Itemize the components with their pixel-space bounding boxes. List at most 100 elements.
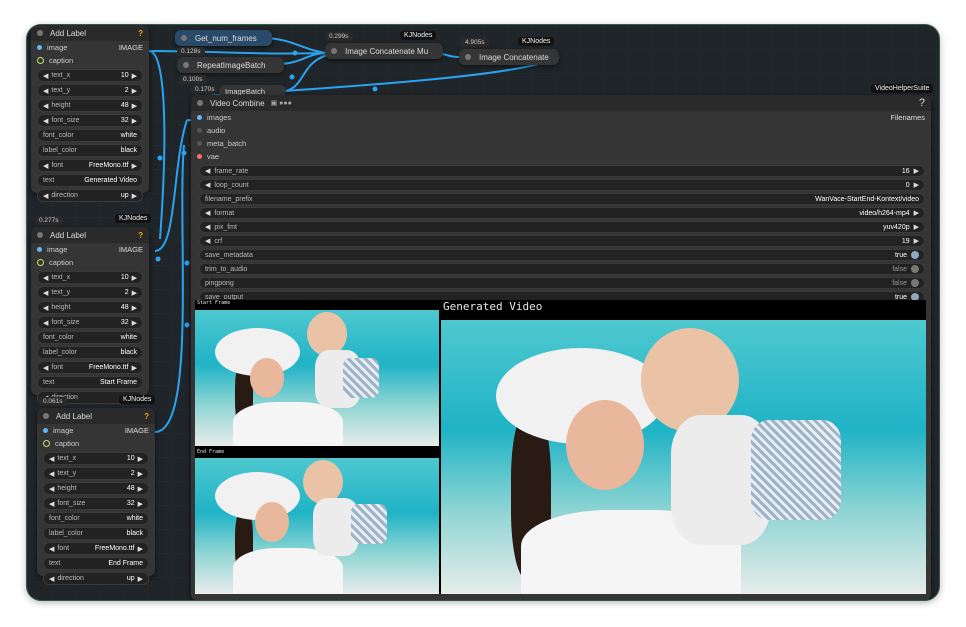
increment-arrow-icon[interactable]: ▶ <box>132 162 137 170</box>
widget-direction[interactable]: ◀direction up▶ <box>37 189 143 202</box>
widget-text-x[interactable]: ◀ text_x 10 ▶ <box>37 271 143 284</box>
node-header[interactable]: Add Label? <box>37 408 155 424</box>
input-meta-batch-row[interactable]: meta_batch <box>191 137 931 150</box>
widget-font-size[interactable]: ◀ font_size 32 ▶ <box>37 114 143 127</box>
widget-text[interactable]: text Generated Video <box>37 174 143 187</box>
increment-arrow-icon[interactable]: ▶ <box>132 102 137 110</box>
increment-arrow-icon[interactable]: ▶ <box>132 72 137 80</box>
toggle-on-icon[interactable] <box>911 251 919 259</box>
options-icon[interactable]: ▣ ●●● <box>271 99 292 107</box>
get-num-frames-node[interactable]: Get_num_frames <box>175 30 272 46</box>
help-icon[interactable]: ? <box>138 231 143 240</box>
widget-font-color[interactable]: font_color white <box>37 129 143 142</box>
input-image-row[interactable]: image IMAGE <box>37 424 155 437</box>
increment-arrow-icon[interactable]: ▶ <box>914 167 919 175</box>
increment-arrow-icon[interactable]: ▶ <box>914 181 919 189</box>
socket-icon[interactable] <box>43 440 50 447</box>
socket-icon[interactable] <box>43 428 48 433</box>
decrement-arrow-icon[interactable]: ◀ <box>43 102 48 110</box>
repeat-image-batch-node[interactable]: RepeatImageBatch <box>177 57 284 73</box>
decrement-arrow-icon[interactable]: ◀ <box>43 364 48 372</box>
decrement-arrow-icon[interactable]: ◀ <box>43 72 48 80</box>
decrement-arrow-icon[interactable]: ◀ <box>43 117 48 125</box>
widget-label-color[interactable]: label_color black <box>37 346 143 359</box>
socket-icon[interactable] <box>197 154 202 159</box>
increment-arrow-icon[interactable]: ▶ <box>132 364 137 372</box>
widget-font[interactable]: ◀ font FreeMono.ttf ▶ <box>37 159 143 172</box>
socket-icon[interactable] <box>37 259 44 266</box>
widget-text-y[interactable]: ◀ text_y 2 ▶ <box>37 286 143 299</box>
widget-text[interactable]: text End Frame <box>43 557 149 570</box>
collapse-dot-icon[interactable] <box>197 100 203 106</box>
add-label-node-3[interactable]: Add Label? image IMAGE caption ◀ text_x 10 ▶… <box>37 408 155 585</box>
help-icon[interactable]: ? <box>144 412 149 421</box>
widget-loop-count[interactable]: ◀ loop_count 0 ▶ <box>199 179 925 191</box>
widget-pix-fmt[interactable]: ◀ pix_fmt yuv420p ▶ <box>199 221 925 233</box>
widget-text-y[interactable]: ◀ text_y 2 ▶ <box>43 467 149 480</box>
collapse-dot-icon[interactable] <box>43 413 49 419</box>
input-vae-row[interactable]: vae <box>191 150 931 163</box>
widget-label-color[interactable]: label_color black <box>43 527 149 540</box>
collapse-dot-icon[interactable] <box>465 54 471 60</box>
widget-filename-prefix[interactable]: filename_prefix WanVace-StartEnd-Kontext/… <box>199 193 925 205</box>
decrement-arrow-icon[interactable]: ◀ <box>205 167 210 175</box>
widget-font-size[interactable]: ◀ font_size 32 ▶ <box>43 497 149 510</box>
widget-font[interactable]: ◀ font FreeMono.ttf ▶ <box>43 542 149 555</box>
input-image-row[interactable]: image IMAGE <box>31 41 149 54</box>
decrement-arrow-icon[interactable]: ◀ <box>43 289 48 297</box>
help-icon[interactable]: ? <box>919 97 925 109</box>
decrement-arrow-icon[interactable]: ◀ <box>43 304 48 312</box>
increment-arrow-icon[interactable]: ▶ <box>132 319 137 327</box>
collapse-dot-icon[interactable] <box>37 30 43 36</box>
increment-arrow-icon[interactable]: ▶ <box>138 545 143 553</box>
help-icon[interactable]: ? <box>138 29 143 38</box>
widget-font[interactable]: ◀ font FreeMono.ttf ▶ <box>37 361 143 374</box>
node-header[interactable]: Add Label? <box>31 25 149 41</box>
widget-pingpong[interactable]: pingpong false <box>199 277 925 289</box>
input-caption-row[interactable]: caption <box>37 437 155 450</box>
decrement-arrow-icon[interactable]: ◀ <box>49 455 54 463</box>
increment-arrow-icon[interactable]: ▶ <box>138 485 143 493</box>
increment-arrow-icon[interactable]: ▶ <box>138 455 143 463</box>
socket-icon[interactable] <box>197 115 202 120</box>
node-header[interactable]: Add Label? <box>31 227 149 243</box>
decrement-arrow-icon[interactable]: ◀ <box>49 545 54 553</box>
socket-icon[interactable] <box>37 57 44 64</box>
widget-text-y[interactable]: ◀ text_y 2 ▶ <box>37 84 143 97</box>
decrement-arrow-icon[interactable]: ◀ <box>205 237 210 245</box>
widget-height[interactable]: ◀ height 48 ▶ <box>37 301 143 314</box>
collapse-dot-icon[interactable] <box>181 35 187 41</box>
decrement-arrow-icon[interactable]: ◀ <box>205 181 210 189</box>
node-canvas[interactable]: Add Label? image IMAGE caption ◀ text_x 10 ▶… <box>27 25 939 600</box>
add-label-node-1[interactable]: Add Label? image IMAGE caption ◀ text_x 10 ▶… <box>31 25 149 202</box>
decrement-arrow-icon[interactable]: ◀ <box>43 319 48 327</box>
widget-crf[interactable]: ◀ crf 19 ▶ <box>199 235 925 247</box>
increment-arrow-icon[interactable]: ▶ <box>914 237 919 245</box>
socket-icon[interactable] <box>197 128 202 133</box>
decrement-arrow-icon[interactable]: ◀ <box>49 485 54 493</box>
input-images-row[interactable]: images Filenames <box>191 111 931 124</box>
decrement-arrow-icon[interactable]: ◀ <box>43 162 48 170</box>
widget-font-color[interactable]: font_color white <box>37 331 143 344</box>
increment-arrow-icon[interactable]: ▶ <box>132 192 137 200</box>
widget-label-color[interactable]: label_color black <box>37 144 143 157</box>
increment-arrow-icon[interactable]: ▶ <box>914 223 919 231</box>
decrement-arrow-icon[interactable]: ◀ <box>43 87 48 95</box>
collapse-dot-icon[interactable] <box>37 232 43 238</box>
collapse-dot-icon[interactable] <box>183 62 189 68</box>
input-caption-row[interactable]: caption <box>31 256 149 269</box>
widget-direction[interactable]: ◀direction up▶ <box>43 572 149 585</box>
widget-save-metadata[interactable]: save_metadata true <box>199 249 925 261</box>
socket-icon[interactable] <box>37 247 42 252</box>
increment-arrow-icon[interactable]: ▶ <box>132 274 137 282</box>
image-concatenate-multi-node[interactable]: Image Concatenate Mu <box>325 43 443 59</box>
decrement-arrow-icon[interactable]: ◀ <box>49 470 54 478</box>
decrement-arrow-icon[interactable]: ◀ <box>205 223 210 231</box>
decrement-arrow-icon[interactable]: ◀ <box>43 192 48 200</box>
input-audio-row[interactable]: audio <box>191 124 931 137</box>
decrement-arrow-icon[interactable]: ◀ <box>49 575 54 583</box>
widget-frame-rate[interactable]: ◀ frame_rate 16 ▶ <box>199 165 925 177</box>
image-concatenate-node[interactable]: Image Concatenate <box>459 49 559 65</box>
add-label-node-2[interactable]: Add Label? image IMAGE caption ◀ text_x 10 ▶… <box>31 227 149 404</box>
toggle-off-icon[interactable] <box>911 279 919 287</box>
